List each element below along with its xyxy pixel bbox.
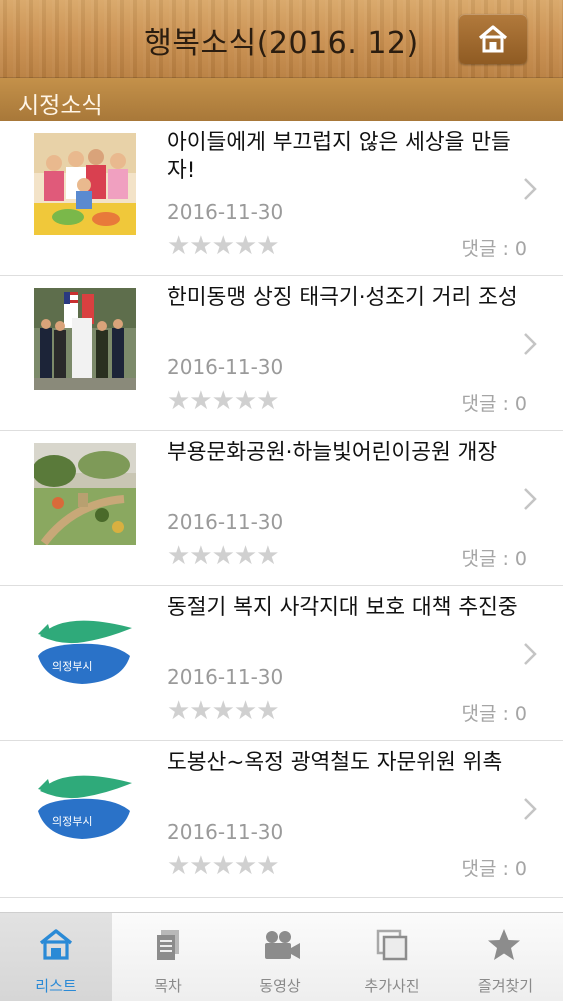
item-date: 2016-11-30 <box>167 510 284 534</box>
tab-favorites[interactable]: 즐겨찾기 <box>448 913 563 1001</box>
item-title: 동절기 복지 사각지대 보호 대책 추진중 <box>167 595 518 620</box>
home-icon <box>39 929 73 960</box>
item-title: 부용문화공원·하늘빛어린이공원 개장 <box>167 440 498 465</box>
comment-count: 댓글 : 0 <box>461 703 527 725</box>
comment-count: 댓글 : 0 <box>461 548 527 570</box>
section-title: 시정소식 <box>18 93 103 119</box>
list-item[interactable]: 의정부시 동절기 복지 사각지대 보호 대책 추진중 2016-11-30 ★★… <box>0 586 563 741</box>
comment-count: 댓글 : 0 <box>461 393 527 415</box>
chevron-right-icon <box>524 798 537 820</box>
tab-label: 리스트 <box>35 977 77 995</box>
item-title: 아이들에게 부끄럽지 않은 세상을 만들자! <box>167 130 511 183</box>
list-item[interactable]: 의정부시 도봉산~옥정 광역철도 자문위원 위촉 2016-11-30 ★★★★… <box>0 741 563 898</box>
video-camera-icon <box>265 931 300 959</box>
children-photo <box>34 133 136 235</box>
comment-count: 댓글 : 0 <box>461 238 527 260</box>
park-photo <box>34 443 136 545</box>
rating-stars: ★★★★★ <box>167 541 280 571</box>
rating-stars: ★★★★★ <box>167 386 280 416</box>
rating-stars: ★★★★★ <box>167 696 280 726</box>
item-date: 2016-11-30 <box>167 200 284 224</box>
item-title: 한미동맹 상징 태극기·성조기 거리 조성 <box>167 285 518 310</box>
list-item[interactable]: 부용문화공원·하늘빛어린이공원 개장 2016-11-30 ★★★★★ 댓글 :… <box>0 431 563 586</box>
item-date: 2016-11-30 <box>167 820 284 844</box>
welfare-logo: 의정부시 <box>34 753 136 855</box>
tab-label: 동영상 <box>259 977 301 995</box>
home-icon <box>478 25 508 53</box>
document-icon <box>157 930 179 960</box>
tab-bar: 리스트 목차 동영상 추가사진 즐겨찾기 <box>0 912 563 1001</box>
tab-label: 목차 <box>154 977 182 995</box>
logo-text: 의정부시 <box>52 815 92 828</box>
chevron-right-icon <box>524 178 537 200</box>
tab-photos[interactable]: 추가사진 <box>336 913 448 1001</box>
photos-icon <box>376 929 408 961</box>
tab-video[interactable]: 동영상 <box>224 913 336 1001</box>
list-item[interactable]: 아이들에게 부끄럽지 않은 세상을 만들자! 2016-11-30 ★★★★★ … <box>0 121 563 276</box>
tab-list[interactable]: 리스트 <box>0 913 112 1001</box>
app-header: 행복소식(2016. 12) <box>0 0 563 78</box>
flag-ceremony-photo <box>34 288 136 390</box>
comment-count: 댓글 : 0 <box>461 858 527 880</box>
news-list: 아이들에게 부끄럽지 않은 세상을 만들자! 2016-11-30 ★★★★★ … <box>0 121 563 898</box>
star-icon <box>488 929 520 960</box>
section-header: 시정소식 <box>0 78 563 121</box>
rating-stars: ★★★★★ <box>167 851 280 881</box>
home-button[interactable] <box>459 14 527 64</box>
tab-label: 추가사진 <box>364 977 420 995</box>
item-date: 2016-11-30 <box>167 665 284 689</box>
item-date: 2016-11-30 <box>167 355 284 379</box>
chevron-right-icon <box>524 488 537 510</box>
logo-text: 의정부시 <box>52 660 92 673</box>
chevron-right-icon <box>524 643 537 665</box>
welfare-logo: 의정부시 <box>34 598 136 700</box>
item-title: 도봉산~옥정 광역철도 자문위원 위촉 <box>167 750 503 775</box>
chevron-right-icon <box>524 333 537 355</box>
tab-label: 즐겨찾기 <box>477 977 534 995</box>
rating-stars: ★★★★★ <box>167 231 280 261</box>
tab-contents[interactable]: 목차 <box>112 913 224 1001</box>
list-item[interactable]: 한미동맹 상징 태극기·성조기 거리 조성 2016-11-30 ★★★★★ 댓… <box>0 276 563 431</box>
